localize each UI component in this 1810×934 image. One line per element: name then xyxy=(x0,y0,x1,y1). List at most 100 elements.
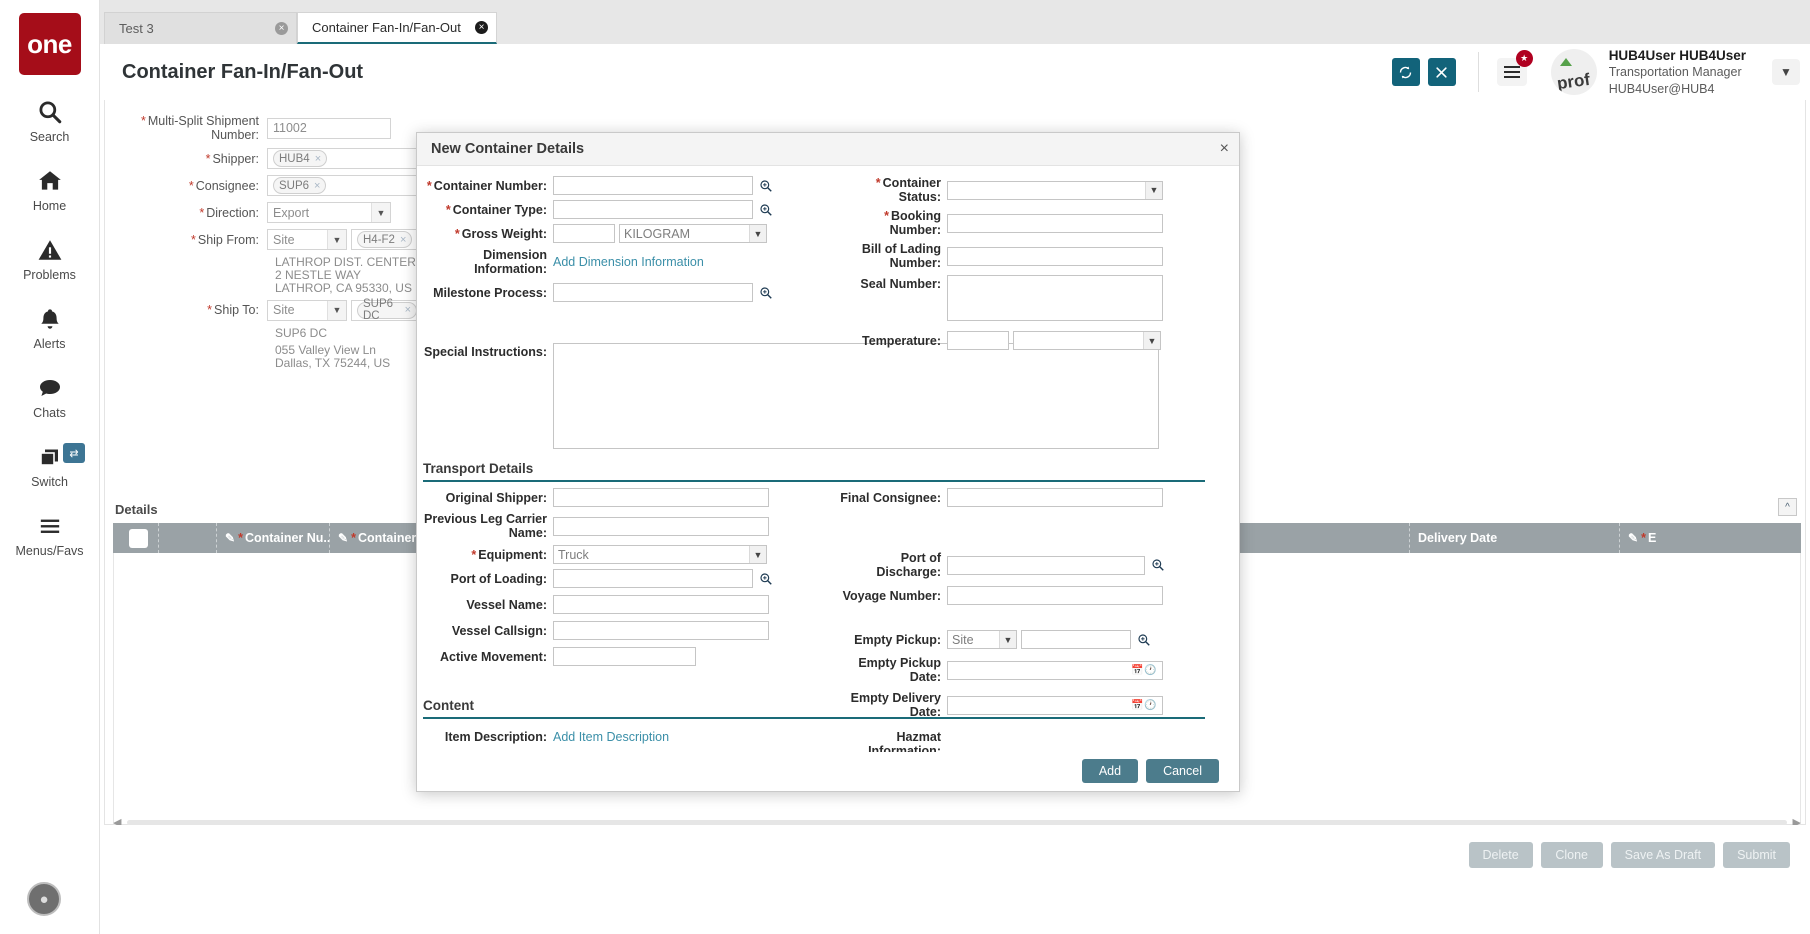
ship-from-site-input[interactable]: H4-F2× xyxy=(351,229,421,250)
app-logo[interactable]: one xyxy=(19,13,81,75)
field-label: Hazmat Information: xyxy=(837,730,947,752)
token-chip[interactable]: SUP6× xyxy=(273,177,326,194)
chevron-down-icon[interactable]: ▼ xyxy=(749,546,766,563)
seal-number-textarea[interactable] xyxy=(947,275,1163,321)
chevron-down-icon[interactable]: ▼ xyxy=(371,203,390,222)
clock-icon[interactable]: 🕐 xyxy=(1144,664,1157,677)
booking-number-input[interactable] xyxy=(947,214,1163,233)
transport-right-column: Final Consignee: Port of Discharge: Voya… xyxy=(837,488,1237,724)
sidebar-item-chats[interactable]: Chats xyxy=(0,373,99,420)
final-consignee-input[interactable] xyxy=(947,488,1163,507)
chevron-down-icon[interactable]: ▼ xyxy=(999,631,1016,648)
close-icon[interactable]: × xyxy=(405,304,411,316)
add-item-description-link[interactable]: Add Item Description xyxy=(553,730,669,744)
required-marker: * xyxy=(191,233,196,247)
sidebar-item-home[interactable]: Home xyxy=(0,166,99,213)
temperature-input[interactable] xyxy=(947,331,1009,350)
close-icon[interactable]: × xyxy=(314,180,320,192)
label-text: Ship To: xyxy=(214,303,259,317)
container-type-input[interactable] xyxy=(553,200,753,219)
multi-split-shipment-number-input[interactable]: 11002 xyxy=(267,118,391,139)
special-instructions-textarea[interactable] xyxy=(553,343,1159,449)
chevron-up-double-icon[interactable]: ^ xyxy=(1778,498,1797,516)
close-icon[interactable]: × xyxy=(475,21,488,34)
search-icon[interactable] xyxy=(1136,632,1151,647)
sidebar-item-menus-favs[interactable]: Menus/Favs xyxy=(0,511,99,558)
chevron-down-icon[interactable]: ▼ xyxy=(1145,182,1162,199)
search-icon[interactable] xyxy=(758,285,773,300)
temperature-unit-select[interactable]: ▼ xyxy=(1013,331,1161,350)
container-number-input[interactable] xyxy=(553,176,753,195)
chevron-down-icon[interactable]: ▼ xyxy=(749,225,766,242)
select-all-checkbox[interactable] xyxy=(129,529,148,548)
container-status-select[interactable]: ▼ xyxy=(947,181,1163,200)
direction-select[interactable]: Export ▼ xyxy=(267,202,391,223)
sidebar-item-switch[interactable]: ⇄ Switch xyxy=(0,442,99,489)
avatar[interactable]: ● xyxy=(27,882,61,916)
gross-weight-input[interactable] xyxy=(553,224,615,243)
tab-strip: Test 3 × Container Fan-In/Fan-Out × xyxy=(100,0,1810,44)
port-of-loading-input[interactable] xyxy=(553,569,753,588)
vessel-name-input[interactable] xyxy=(553,595,769,614)
profile-block[interactable]: prof HUB4User HUB4User Transportation Ma… xyxy=(1551,47,1800,98)
close-icon[interactable]: × xyxy=(1220,140,1229,158)
vessel-callsign-input[interactable] xyxy=(553,621,769,640)
search-icon[interactable] xyxy=(758,178,773,193)
chevron-down-icon[interactable]: ▼ xyxy=(1143,332,1160,349)
add-dimension-information-link[interactable]: Add Dimension Information xyxy=(553,255,704,269)
tab-test-3[interactable]: Test 3 × xyxy=(104,12,297,44)
app-root: one Search Home Problems Alerts xyxy=(0,0,1810,934)
calendar-icon[interactable]: 📅 xyxy=(1131,664,1144,677)
scroll-track[interactable] xyxy=(127,820,1786,825)
clone-button[interactable]: Clone xyxy=(1541,842,1603,868)
switch-badge-icon[interactable]: ⇄ xyxy=(63,443,85,463)
equipment-select[interactable]: Truck ▼ xyxy=(553,545,767,564)
sidebar-item-search[interactable]: Search xyxy=(0,97,99,144)
delete-button[interactable]: Delete xyxy=(1469,842,1533,868)
chevron-down-icon[interactable]: ▼ xyxy=(1772,59,1800,85)
empty-pickup-site-input[interactable] xyxy=(1021,630,1131,649)
hamburger-icon[interactable]: ★ xyxy=(1497,58,1527,86)
close-icon[interactable]: × xyxy=(400,234,406,246)
search-icon[interactable] xyxy=(1150,558,1165,573)
submit-button[interactable]: Submit xyxy=(1723,842,1790,868)
active-movement-input[interactable] xyxy=(553,647,696,666)
close-icon[interactable]: × xyxy=(315,153,321,165)
field-label: Empty Pickup Date: xyxy=(837,656,947,684)
close-icon[interactable]: × xyxy=(275,22,288,35)
search-icon[interactable] xyxy=(758,202,773,217)
sidebar-item-alerts[interactable]: Alerts xyxy=(0,304,99,351)
add-button[interactable]: Add xyxy=(1082,759,1138,783)
previous-leg-carrier-name-input[interactable] xyxy=(553,517,769,536)
chevron-down-icon[interactable]: ▼ xyxy=(327,301,346,320)
ship-to-type-select[interactable]: Site ▼ xyxy=(267,300,347,321)
chevron-down-icon[interactable]: ▼ xyxy=(327,230,346,249)
profile-name: HUB4User HUB4User xyxy=(1609,47,1746,65)
token-chip[interactable]: H4-F2× xyxy=(357,231,412,248)
tab-container-fan-in-fan-out[interactable]: Container Fan-In/Fan-Out × xyxy=(297,12,497,44)
token-chip[interactable]: HUB4× xyxy=(273,150,327,167)
ship-to-site-input[interactable]: SUP6 DC× xyxy=(351,300,421,321)
empty-pickup-type-select[interactable]: Site ▼ xyxy=(947,630,1017,649)
save-as-draft-button[interactable]: Save As Draft xyxy=(1611,842,1715,868)
column-header-e[interactable]: ✎*E xyxy=(1620,523,1790,553)
bill-of-lading-number-input[interactable] xyxy=(947,247,1163,266)
milestone-process-input[interactable] xyxy=(553,283,753,302)
home-icon xyxy=(36,166,64,196)
ship-from-type-select[interactable]: Site ▼ xyxy=(267,229,347,250)
refresh-icon[interactable] xyxy=(1392,58,1420,86)
original-shipper-input[interactable] xyxy=(553,488,769,507)
voyage-number-input[interactable] xyxy=(947,586,1163,605)
close-icon[interactable] xyxy=(1428,58,1456,86)
column-header-container-number[interactable]: ✎*Container Nu... xyxy=(217,523,330,553)
search-icon[interactable] xyxy=(758,571,773,586)
dialog-header: New Container Details × xyxy=(417,133,1239,166)
column-header-delivery-date[interactable]: Delivery Date xyxy=(1410,523,1620,553)
gross-weight-unit-select[interactable]: KILOGRAM ▼ xyxy=(619,224,767,243)
port-of-discharge-input[interactable] xyxy=(947,556,1145,575)
search-icon xyxy=(37,97,63,127)
label-text: Shipper: xyxy=(212,152,259,166)
token-chip[interactable]: SUP6 DC× xyxy=(357,302,417,319)
sidebar-item-problems[interactable]: Problems xyxy=(0,235,99,282)
cancel-button[interactable]: Cancel xyxy=(1146,759,1219,783)
